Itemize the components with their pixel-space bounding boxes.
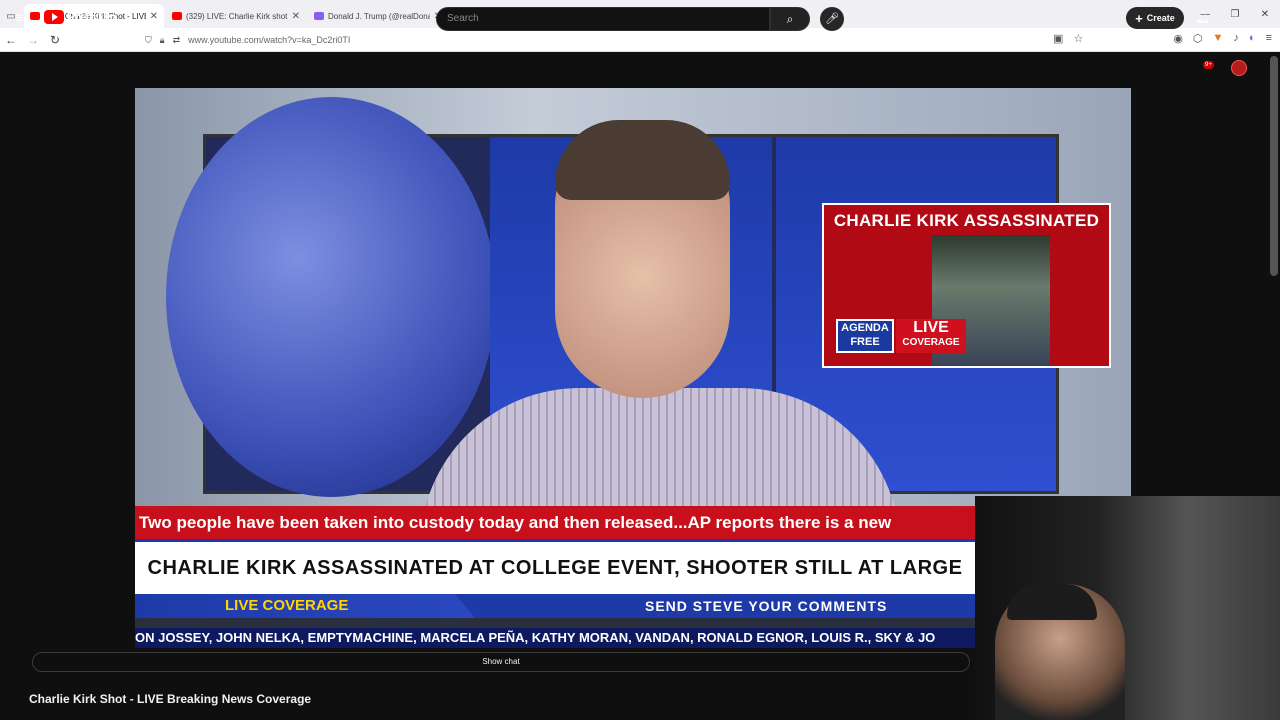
logo-text: Premium [67,10,117,24]
vpn-icon[interactable]: ◐ [1249,32,1256,45]
youtube-favicon-icon [30,12,40,20]
voice-search-button[interactable]: 🎤︎ [820,7,844,31]
create-button[interactable]: + Create [1126,7,1184,29]
notification-badge: 9+ [1203,61,1214,69]
restore-icon[interactable]: ❐ [1220,9,1250,20]
microphone-icon: 🎤︎ [825,13,839,25]
reload-icon[interactable]: ↻ [44,33,66,47]
browser-toolbar: ← → ↻ ⛉ 🔒︎ ⇄ www.youtube.com/watch?v=ka_… [0,28,1280,52]
toolbar-extensions: ▣ ☆ ◉ ⬡ ▼ ♪ ◐ ≡ [1053,32,1272,45]
truth-social-favicon-icon [314,12,324,20]
search-icon: ⌕ [786,12,794,26]
bookmark-star-icon[interactable]: ☆ [1073,32,1083,45]
youtube-header [0,52,1280,88]
page-scrollbar[interactable] [1270,56,1278,276]
agenda-free-logo: AGENDA FREE [836,319,894,353]
news-headline: CHARLIE KIRK ASSASSINATED AT COLLEGE EVE… [135,539,975,594]
create-label: Create [1146,13,1175,23]
tab-title: Donald J. Trump (@realDonaldT [328,11,430,21]
metamask-icon[interactable]: ▼ [1213,32,1224,45]
youtube-premium-logo[interactable]: Premium [44,10,117,24]
search-button[interactable]: ⌕ [770,7,810,31]
tab-title: (329) LIVE: Charlie Kirk shot and [186,11,288,21]
news-ticker: Two people have been taken into custody … [135,506,975,539]
inset-live-text: LIVE [913,319,949,336]
lock-icon[interactable]: 🔒︎ [160,35,165,46]
user-avatar[interactable] [1231,60,1247,76]
inset-coverage-text: COVERAGE [902,337,960,348]
webcam-overlay [975,496,1280,720]
send-comments-label: SEND STEVE YOUR COMMENTS [645,598,888,614]
hamburger-menu-icon[interactable]: ≡ [15,10,29,24]
search-input[interactable]: Search [436,7,770,31]
youtube-play-icon [44,10,64,24]
tab-close-icon[interactable]: ✕ [150,11,158,22]
names-crawl: ON JOSSEY, JOHN NELKA, EMPTYMACHINE, MAR… [135,628,975,648]
lower-third-divider [135,618,975,628]
notifications-bell-icon[interactable]: 🔔︎ [1195,10,1210,24]
permissions-icon[interactable]: ⇄ [173,35,181,46]
extensions-icon[interactable]: ⬡ [1193,32,1203,45]
shield-icon[interactable]: ⛉ [145,35,152,46]
close-window-icon[interactable]: ✕ [1250,9,1280,20]
show-chat-button[interactable]: Show chat [32,652,970,672]
audio-icon[interactable]: ♪ [1233,32,1239,45]
globe-graphic [166,97,496,497]
browser-tab-2[interactable]: (329) LIVE: Charlie Kirk shot and ✕ [166,4,306,28]
plus-icon: + [1135,10,1143,26]
video-title: Charlie Kirk Shot - LIVE Breaking News C… [29,692,312,706]
browser-tab-3[interactable]: Donald J. Trump (@realDonaldT ✕ [308,4,448,28]
inset-graphic: CHARLIE KIRK ASSASSINATED AGENDA FREE LI… [822,203,1111,368]
inset-live-badge: LIVE COVERAGE [896,319,966,353]
address-bar[interactable]: ⛉ 🔒︎ ⇄ www.youtube.com/watch?v=ka_Dc2ri0… [145,30,1065,50]
youtube-favicon-icon [172,12,182,20]
menu-icon[interactable]: ≡ [1266,32,1272,45]
live-coverage-label: LIVE COVERAGE [135,594,475,618]
forward-icon[interactable]: → [22,33,44,47]
url-text[interactable]: www.youtube.com/watch?v=ka_Dc2ri0TI [188,35,350,45]
account-icon[interactable]: ◉ [1173,32,1183,45]
tab-close-icon[interactable]: ✕ [292,11,300,22]
presenter-hair [555,120,730,200]
reader-view-icon[interactable]: ▣ [1053,32,1063,45]
back-icon[interactable]: ← [0,33,22,47]
webcam-cap [1007,584,1097,620]
globe-pane [166,97,496,497]
inset-title: CHARLIE KIRK ASSASSINATED [833,211,1100,230]
